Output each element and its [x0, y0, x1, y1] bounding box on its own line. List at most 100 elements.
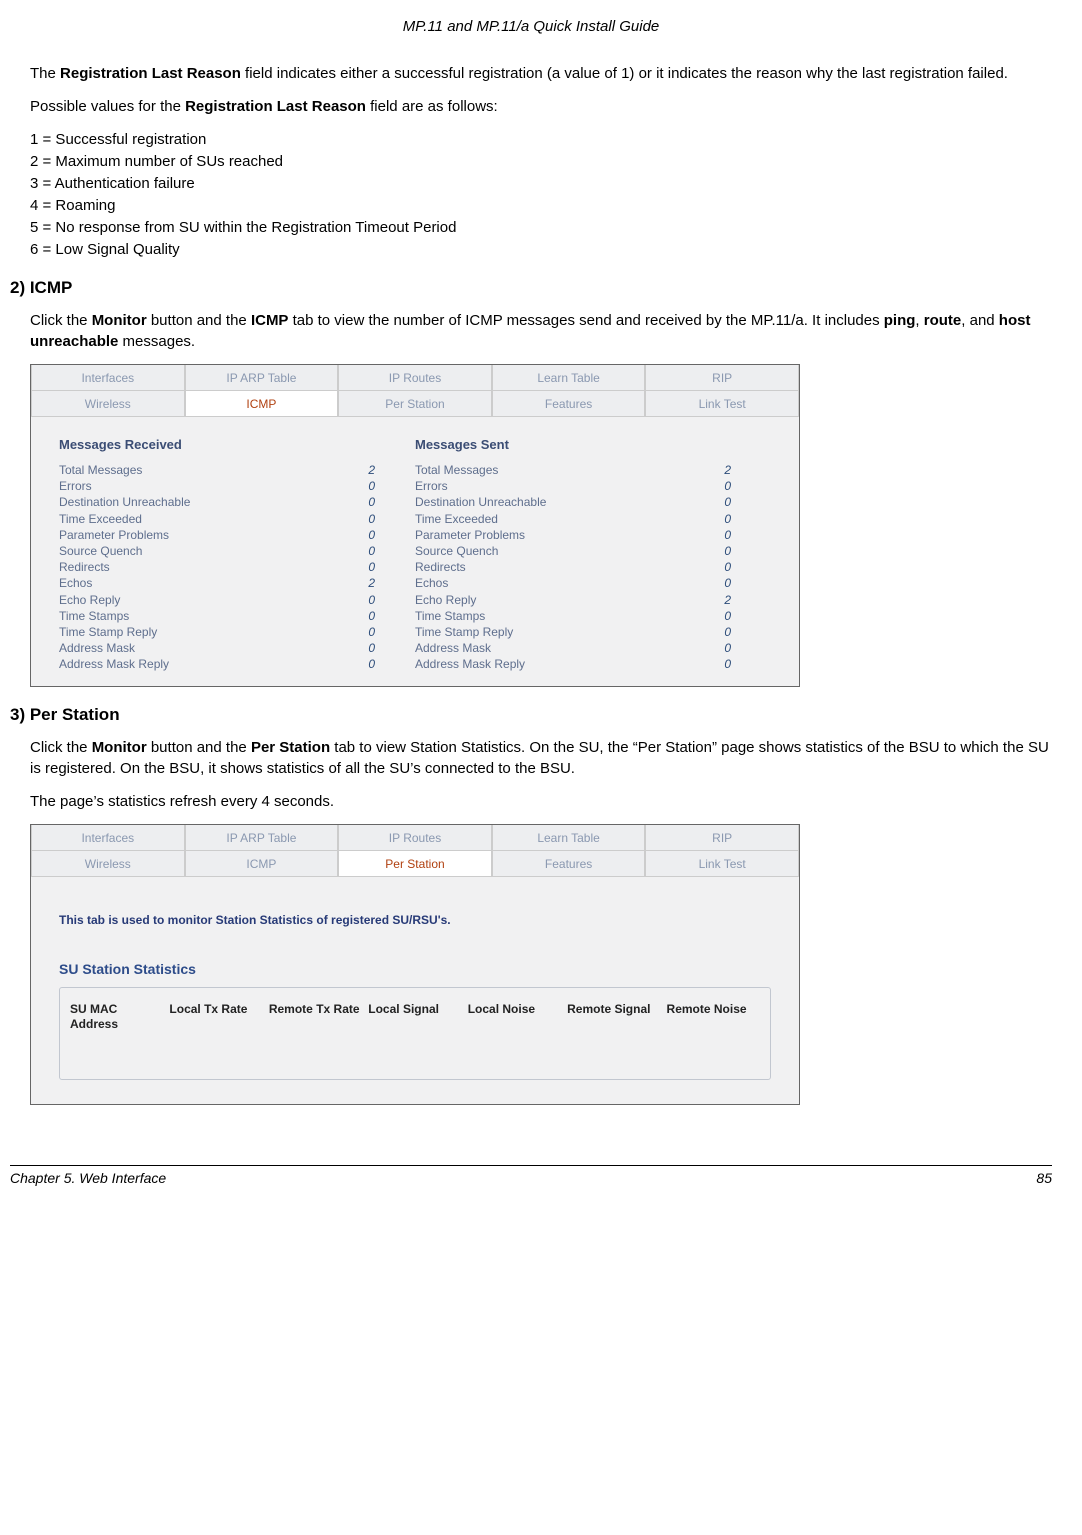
stat-row: Address Mask Reply0 [59, 656, 415, 672]
stat-row: Echos0 [415, 575, 771, 591]
tab-features[interactable]: Features [492, 391, 646, 417]
tab-learn-table[interactable]: Learn Table [492, 365, 646, 391]
tab-features[interactable]: Features [492, 851, 646, 877]
tab-interfaces[interactable]: Interfaces [31, 825, 185, 851]
stat-value: 0 [724, 543, 731, 559]
reason-item: 3 = Authentication failure [30, 173, 1052, 194]
stat-value: 2 [368, 575, 375, 591]
stat-row: Source Quench 0 [59, 543, 415, 559]
stat-row: Parameter Problems0 [59, 527, 415, 543]
text: tab to view the number of ICMP messages … [288, 312, 883, 329]
stat-value: 0 [724, 494, 731, 510]
stat-label: Total Messages [415, 462, 498, 478]
stat-row: Errors 0 [59, 478, 415, 494]
term-registration-last-reason: Registration Last Reason [60, 65, 241, 82]
text: messages. [118, 333, 195, 350]
tab-learn-table[interactable]: Learn Table [492, 825, 646, 851]
text: field are as follows: [366, 98, 498, 115]
stat-row: Echo Reply2 [415, 592, 771, 608]
stat-label: Total Messages [59, 462, 142, 478]
stat-value: 0 [368, 543, 375, 559]
stat-label: Time Exceeded [415, 511, 498, 527]
stat-value: 0 [368, 656, 375, 672]
messages-sent-column: Messages Sent Total Messages2Errors0Dest… [415, 437, 771, 672]
stat-label: Parameter Problems [59, 527, 169, 543]
stat-value: 0 [724, 575, 731, 591]
stat-label: Time Exceeded [59, 511, 142, 527]
stat-value: 0 [724, 478, 731, 494]
section-per-station-title: 3) Per Station [10, 705, 1052, 725]
header-remote-tx-rate: Remote Tx Rate [269, 1002, 362, 1031]
tab-wireless[interactable]: Wireless [31, 391, 185, 417]
tab-ip-arp-table[interactable]: IP ARP Table [185, 825, 339, 851]
tab-per-station[interactable]: Per Station [338, 851, 492, 877]
stat-value: 0 [724, 527, 731, 543]
stat-row: Errors 0 [415, 478, 771, 494]
stat-label: Destination Unreachable [415, 494, 546, 510]
tab-icmp[interactable]: ICMP [185, 391, 339, 417]
header-local-signal: Local Signal [368, 1002, 461, 1031]
stat-row: Redirects 0 [59, 559, 415, 575]
term-icmp: ICMP [251, 312, 289, 329]
stat-value: 0 [368, 478, 375, 494]
stat-value: 0 [368, 511, 375, 527]
stat-row: Address Mask0 [59, 640, 415, 656]
stat-label: Source Quench [59, 543, 142, 559]
stat-value: 0 [368, 559, 375, 575]
station-statistics-title: SU Station Statistics [59, 961, 771, 977]
stat-value: 0 [368, 640, 375, 656]
stat-label: Echos [59, 575, 92, 591]
section-icmp-title: 2) ICMP [10, 278, 1052, 298]
stat-row: Echos 2 [59, 575, 415, 591]
tab-interfaces[interactable]: Interfaces [31, 365, 185, 391]
stat-row: Time Stamps 0 [59, 608, 415, 624]
stat-label: Errors [415, 478, 448, 494]
stat-label: Address Mask [415, 640, 491, 656]
stat-label: Redirects [59, 559, 110, 575]
reason-item: 2 = Maximum number of SUs reached [30, 151, 1052, 172]
messages-received-column: Messages Received Total Messages2Errors0… [59, 437, 415, 672]
stat-label: Address Mask Reply [415, 656, 525, 672]
icmp-screenshot-panel: Interfaces IP ARP Table IP Routes Learn … [30, 364, 800, 687]
stat-value: 0 [368, 608, 375, 624]
text: button and the [147, 312, 251, 329]
stat-value: 0 [724, 624, 731, 640]
tab-rip[interactable]: RIP [645, 825, 799, 851]
stat-label: Echo Reply [415, 592, 476, 608]
term-registration-last-reason: Registration Last Reason [185, 98, 366, 115]
tab-icmp[interactable]: ICMP [185, 851, 339, 877]
stat-value: 0 [724, 608, 731, 624]
tab-link-test[interactable]: Link Test [645, 391, 799, 417]
text: , [915, 312, 923, 329]
tab-wireless[interactable]: Wireless [31, 851, 185, 877]
stat-label: Time Stamp Reply [59, 624, 157, 640]
stat-row: Address Mask Reply 0 [415, 656, 771, 672]
stat-label: Errors [59, 478, 92, 494]
tab-ip-arp-table[interactable]: IP ARP Table [185, 365, 339, 391]
text: Click the [30, 739, 92, 756]
section-per-station-p1: Click the Monitor button and the Per Sta… [30, 737, 1052, 779]
stat-row: Total Messages2 [59, 462, 415, 478]
tab-per-station[interactable]: Per Station [338, 391, 492, 417]
stat-row: Time Exceeded0 [415, 511, 771, 527]
section-per-station-p2: The page’s statistics refresh every 4 se… [30, 791, 1052, 812]
stat-value: 0 [368, 494, 375, 510]
stat-row: Destination Unreachable 0 [415, 494, 771, 510]
stat-label: Time Stamps [59, 608, 129, 624]
stat-row: Echo Reply0 [59, 592, 415, 608]
stat-value: 0 [724, 656, 731, 672]
stat-value: 0 [724, 640, 731, 656]
per-station-screenshot-panel: Interfaces IP ARP Table IP Routes Learn … [30, 824, 800, 1105]
tab-rip[interactable]: RIP [645, 365, 799, 391]
text: button and the [147, 739, 251, 756]
stat-value: 2 [724, 462, 731, 478]
stat-label: Parameter Problems [415, 527, 525, 543]
stat-label: Source Quench [415, 543, 498, 559]
tab-ip-routes[interactable]: IP Routes [338, 365, 492, 391]
page-footer: Chapter 5. Web Interface 85 [10, 1165, 1052, 1186]
tabs-row-2: Wireless ICMP Per Station Features Link … [31, 391, 799, 417]
tab-link-test[interactable]: Link Test [645, 851, 799, 877]
doc-header: MP.11 and MP.11/a Quick Install Guide [10, 18, 1052, 35]
tab-ip-routes[interactable]: IP Routes [338, 825, 492, 851]
stat-row: Redirects0 [415, 559, 771, 575]
